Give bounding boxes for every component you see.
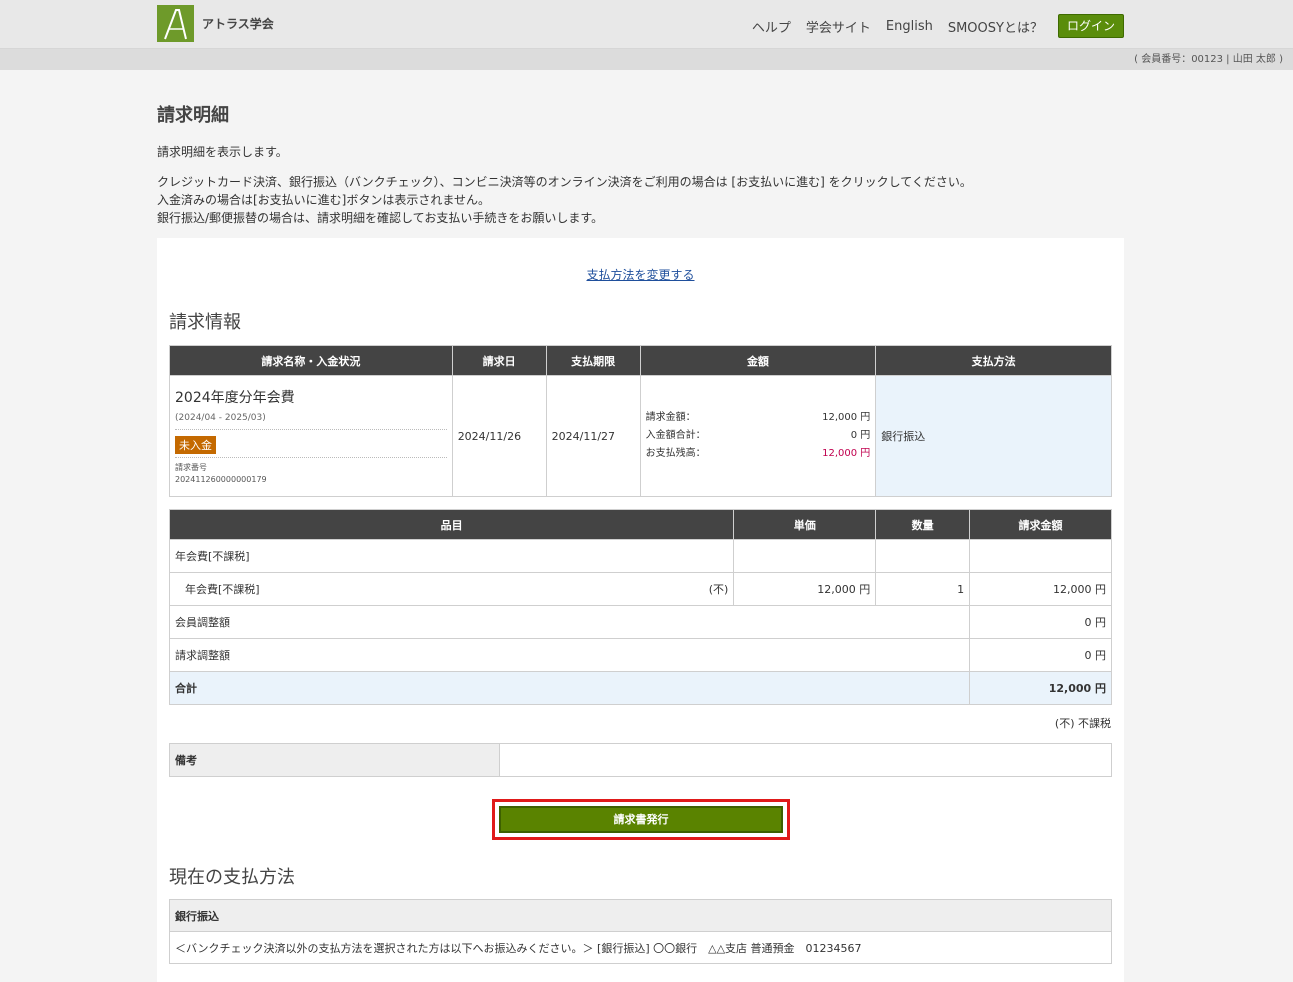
col-header-unit-price: 単価	[733, 509, 877, 540]
member-info-bar: ( 会員番号：00123 | 山田 太郎 )	[0, 49, 1293, 70]
balance-row: お支払残高： 12,000 円	[646, 445, 871, 463]
intro-line-1: 請求明細を表示します。	[157, 145, 288, 159]
remarks-label: 備考	[169, 743, 500, 777]
table-row: 会員調整額 0 円	[168, 605, 1112, 639]
paid-row: 入金額合計： 0 円	[646, 427, 871, 445]
bill-date: 2024/11/26	[451, 375, 547, 497]
intro-text: 請求明細を表示します。 クレジットカード決済、銀行振込（バンクチェック）、コンビ…	[157, 143, 972, 227]
login-button[interactable]: ログイン	[1057, 14, 1124, 38]
billing-name-text: 2024年度分年会費	[175, 389, 295, 406]
col-header-amount: 金額	[639, 345, 877, 376]
amount-label: 請求金額：	[645, 412, 696, 423]
col-header-name: 請求名称・入金状況	[169, 345, 453, 376]
nav-help-link[interactable]: ヘルプ	[752, 17, 791, 36]
change-payment-link[interactable]: 支払方法を変更する	[157, 266, 1124, 283]
billing-name: 2024年度分年会費 (2024/04 - 2025/03)	[175, 387, 447, 430]
balance-value: 12,000 円	[822, 448, 871, 459]
billing-info-table: 請求名称・入金状況 請求日 支払期限 金額 支払方法 2024年度分年会費 (2…	[169, 345, 1112, 497]
nav-english-link[interactable]: English	[886, 19, 933, 34]
current-payment-title: 現在の支払方法	[169, 867, 295, 888]
society-logo-icon[interactable]	[157, 5, 194, 42]
balance-label: お支払残高：	[645, 448, 706, 459]
nav-society-site-link[interactable]: 学会サイト	[806, 17, 871, 36]
items-table: 品目 単価 数量 請求金額 年会費[不課税] 年会費[不課税] (不) 12,0…	[168, 509, 1112, 705]
table-row: 請求調整額 0 円	[168, 638, 1112, 672]
col-header-quantity: 数量	[875, 509, 971, 540]
remarks-value	[499, 743, 1112, 777]
site-header: アトラス学会 ヘルプ 学会サイト English SMOOSYとは？ ログイン	[0, 0, 1293, 49]
amount-row: 請求金額： 12,000 円	[646, 409, 871, 427]
issue-invoice-button[interactable]: 請求書発行	[499, 806, 783, 833]
col-header-payment-method: 支払方法	[875, 345, 1112, 376]
bill-number-label: 請求番号	[175, 462, 207, 472]
member-adjust-label: 会員調整額	[168, 605, 971, 639]
billing-panel: 支払方法を変更する 請求情報 請求名称・入金状況 請求日 支払期限 金額 支払方…	[157, 238, 1124, 982]
table-row: 年会費[不課税] (不) 12,000 円 1 12,000 円	[168, 572, 1112, 606]
intro-line-2: クレジットカード決済、銀行振込（バンクチェック）、コンビニ決済等のオンライン決済…	[157, 175, 972, 189]
item-quantity: 1	[875, 572, 971, 606]
current-payment-detail: ＜バンクチェック決済以外の支払方法を選択された方は以下へお振込みください。＞ […	[169, 931, 1112, 964]
item-name: 年会費[不課税]	[185, 583, 260, 596]
nav-about-smoosy-link[interactable]: SMOOSYとは？	[948, 17, 1043, 36]
current-payment-method: 銀行振込	[169, 899, 1112, 932]
item-unit-price: 12,000 円	[733, 572, 877, 606]
status-badge: 未入金	[175, 435, 216, 454]
paid-value: 0 円	[850, 430, 871, 441]
remarks-table: 備考	[169, 743, 1112, 777]
total-row: 合計 12,000 円	[168, 671, 1112, 705]
col-header-bill-date: 請求日	[451, 345, 547, 376]
amount-cell: 請求金額： 12,000 円 入金額合計： 0 円 お支払残高： 12,000 円	[639, 375, 877, 497]
intro-line-4: 銀行振込/郵便振替の場合は、請求明細を確認してお支払い手続きをお願いします。	[157, 211, 604, 225]
bill-adjust-label: 請求調整額	[168, 638, 971, 672]
society-name: アトラス学会	[202, 17, 274, 31]
due-date: 2024/11/27	[545, 375, 641, 497]
page-title: 請求明細	[157, 105, 229, 126]
bill-adjust-value: 0 円	[969, 638, 1112, 672]
col-header-due-date: 支払期限	[545, 345, 641, 376]
paid-label: 入金額合計：	[645, 430, 706, 441]
tax-note: (不) 不課税	[1054, 717, 1111, 730]
total-value: 12,000 円	[969, 671, 1112, 705]
billing-name-cell: 2024年度分年会費 (2024/04 - 2025/03) 未入金 請求番号 …	[169, 375, 453, 497]
amount-value: 12,000 円	[822, 412, 871, 423]
payment-method: 銀行振込	[875, 375, 1112, 497]
item-tax-flag: (不)	[708, 583, 729, 596]
billing-period: (2024/04 - 2025/03)	[175, 412, 266, 423]
table-row: 年会費[不課税]	[168, 539, 1112, 573]
col-header-item: 品目	[168, 509, 735, 540]
col-header-bill-amount: 請求金額	[969, 509, 1112, 540]
top-nav: ヘルプ 学会サイト English SMOOSYとは？ ログイン	[752, 14, 1124, 38]
item-group: 年会費[不課税]	[168, 539, 735, 573]
total-label: 合計	[168, 671, 971, 705]
bill-number: 202411260000000179	[175, 474, 267, 484]
intro-line-3: 入金済みの場合は[お支払いに進む]ボタンは表示されません。	[157, 193, 491, 207]
bill-number-block: 請求番号 202411260000000179	[175, 456, 447, 486]
item-total: 12,000 円	[969, 572, 1112, 606]
current-payment-table: 銀行振込 ＜バンクチェック決済以外の支払方法を選択された方は以下へお振込みくださ…	[169, 899, 1112, 964]
issue-button-highlight: 請求書発行	[492, 799, 790, 840]
item-cell: 年会費[不課税] (不)	[168, 572, 735, 606]
billing-info-title: 請求情報	[169, 312, 241, 333]
billing-row: 2024年度分年会費 (2024/04 - 2025/03) 未入金 請求番号 …	[169, 375, 1112, 497]
member-adjust-value: 0 円	[969, 605, 1112, 639]
